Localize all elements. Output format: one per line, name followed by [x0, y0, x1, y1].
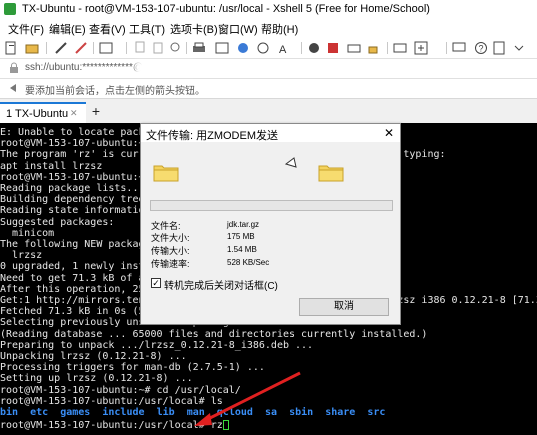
terminal-line: (Reading database ... 65000 files and di…	[0, 328, 428, 340]
ls-entry: include	[102, 407, 145, 418]
redacted-host	[135, 61, 195, 75]
source-folder-icon	[153, 165, 179, 182]
link-icon[interactable]	[54, 41, 68, 55]
tab-tx-ubuntu[interactable]: 1 TX-Ubuntu ✕	[0, 102, 86, 124]
cancel-button[interactable]: 取消	[299, 298, 389, 316]
menu-view[interactable]: 查看(V)	[89, 21, 126, 37]
toolbar-separator	[301, 42, 302, 54]
terminal-line: Suggested packages:	[0, 216, 115, 228]
keyboard-icon[interactable]	[347, 41, 361, 55]
new-tab-button[interactable]: +	[89, 104, 103, 118]
terminal-line: Building dependency tree	[0, 194, 145, 206]
globe-icon[interactable]	[256, 41, 270, 55]
chat-icon[interactable]	[452, 41, 466, 55]
file-size-label: 文件大小:	[151, 233, 190, 243]
transfer-rate-label: 传输速率:	[151, 259, 190, 269]
prompt: root@VM-153-107-ubuntu:/usr/local#	[0, 420, 211, 431]
terminal-line: Unpacking lrzsz (0.12.21-8) ...	[0, 351, 187, 362]
session-hint-text: 要添加当前会话，点击左侧的箭头按钮。	[25, 86, 205, 97]
ls-entry: bin	[0, 407, 19, 418]
zmodem-transfer-dialog: 文件传输: 用ZMODEM发送 ✕ 文件名: jdk.tar.gz 文件大小: …	[140, 123, 401, 325]
toolbar: A ?	[0, 38, 537, 59]
xftp-icon[interactable]	[307, 41, 321, 55]
close-after-transfer-checkbox[interactable]: ✓	[151, 278, 161, 288]
menu-bar: 文件(F) 编辑(E) 查看(V) 工具(T) 选项卡(B) 窗口(W) 帮助(…	[0, 18, 537, 38]
chevron-down-icon[interactable]	[512, 41, 526, 55]
file-size-value: 175 MB	[227, 232, 255, 241]
properties-icon[interactable]	[99, 41, 113, 55]
terminal-line: Setting up lrzsz (0.12.21-8) ...	[0, 373, 193, 385]
lock-icon	[10, 62, 18, 73]
dialog-title-bar: 文件传输: 用ZMODEM发送 ✕	[141, 124, 400, 142]
add-button-icon[interactable]	[414, 41, 428, 55]
address-input[interactable]: ssh://ubuntu:*************@	[25, 62, 143, 73]
xshell-app-icon	[4, 3, 16, 15]
copy-icon[interactable]	[133, 41, 147, 55]
transfer-rate-value: 528 KB/Sec	[227, 258, 270, 267]
ls-entry: etc	[30, 407, 49, 418]
ls-entry: lib	[156, 407, 175, 418]
svg-text:?: ?	[479, 44, 484, 54]
flying-paper-icon	[284, 157, 297, 168]
lock-icon[interactable]	[366, 41, 380, 55]
layout-icon[interactable]	[215, 41, 229, 55]
bookmark-arrow-icon[interactable]	[8, 82, 20, 94]
terminal-line: apt install lrzsz	[0, 160, 103, 172]
menu-file[interactable]: 文件(F)	[8, 21, 44, 37]
svg-text:A: A	[279, 44, 287, 55]
tab-label: 1 TX-Ubuntu	[6, 108, 69, 120]
terminal-line: minicom	[0, 227, 55, 239]
transferred-label: 传输大小:	[151, 246, 190, 256]
new-session-icon[interactable]	[4, 41, 18, 55]
disconnect-icon[interactable]	[74, 41, 88, 55]
toolbar-separator	[46, 42, 47, 54]
transferred-value: 1.54 MB	[227, 245, 257, 254]
font-icon[interactable]: A	[277, 41, 291, 55]
menu-help[interactable]: 帮助(H)	[261, 21, 298, 37]
find-icon[interactable]	[169, 41, 183, 55]
toolbar-separator	[186, 42, 187, 54]
script-icon[interactable]	[326, 41, 340, 55]
color-scheme-icon[interactable]	[236, 41, 250, 55]
address-bar: ssh://ubuntu:*************@	[0, 59, 537, 79]
red-arrow-annotation	[194, 371, 301, 426]
toolbar-separator	[126, 42, 127, 54]
tab-close-icon[interactable]: ✕	[70, 108, 80, 118]
paste-icon[interactable]	[151, 41, 165, 55]
close-after-transfer-label[interactable]: 转机完成后关闭对话框(C)	[164, 277, 278, 292]
terminal-line: Preparing to unpack .../lrzsz_0.12.21-8_…	[0, 339, 314, 351]
ls-entry: src	[367, 407, 386, 418]
toolbar-separator	[387, 42, 388, 54]
window-title-bar: TX-Ubuntu - root@VM-153-107-ubuntu: /usr…	[0, 0, 537, 19]
menu-edit[interactable]: 编辑(E)	[49, 21, 86, 37]
transfer-progress-bar	[150, 200, 393, 211]
window-title: TX-Ubuntu - root@VM-153-107-ubuntu: /usr…	[22, 3, 430, 15]
ls-entry: share	[325, 407, 356, 418]
destination-folder-icon	[318, 165, 344, 182]
toolbar-separator	[93, 42, 94, 54]
session-hint-bar: 要添加当前会话，点击左侧的箭头按钮。	[0, 79, 537, 99]
fullscreen-icon[interactable]	[393, 41, 407, 55]
menu-window[interactable]: 窗口(W)	[218, 21, 258, 37]
open-folder-icon[interactable]	[25, 41, 39, 55]
menu-tabs[interactable]: 选项卡(B)	[170, 21, 218, 37]
document-icon[interactable]	[492, 41, 506, 55]
help-icon[interactable]: ?	[474, 41, 488, 55]
menu-tools[interactable]: 工具(T)	[129, 21, 165, 37]
terminal-line: lrzsz	[0, 250, 43, 262]
dialog-title: 文件传输: 用ZMODEM发送	[146, 130, 278, 142]
filename-value: jdk.tar.gz	[227, 220, 260, 229]
print-icon[interactable]	[192, 41, 206, 55]
tab-bar: 1 TX-Ubuntu ✕ +	[0, 101, 537, 124]
ls-entry: games	[60, 407, 91, 418]
toolbar-separator	[446, 42, 447, 54]
dialog-close-button[interactable]: ✕	[382, 126, 396, 140]
